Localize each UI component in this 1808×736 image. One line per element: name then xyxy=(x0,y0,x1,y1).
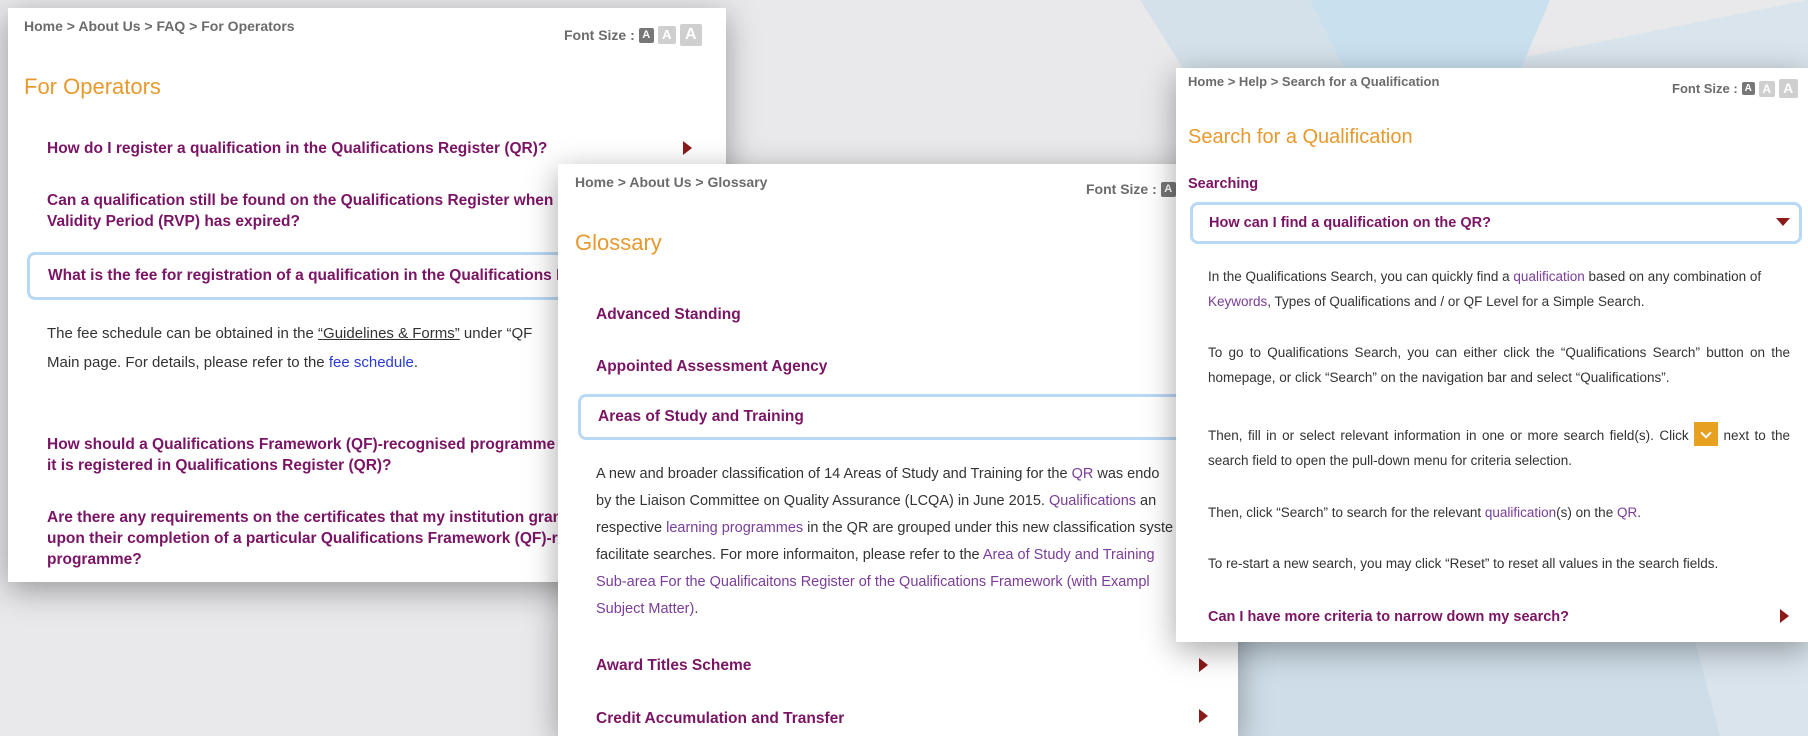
section-heading: Searching xyxy=(1188,176,1259,192)
definition-text: . xyxy=(694,601,699,617)
answer-text: In the Qualifications Search, you can qu… xyxy=(1208,269,1514,284)
area-of-study-link[interactable]: Sub-area For the Qualificaitons Register… xyxy=(596,574,1150,590)
answer-text: Then, fill in or select relevant informa… xyxy=(1208,428,1695,443)
faq-question-line: Are there any requirements on the certif… xyxy=(47,509,563,526)
definition-text: respective xyxy=(596,520,667,536)
answer-text: under “QF xyxy=(459,325,533,342)
faq-question-label: What is the fee for registration of a qu… xyxy=(48,267,568,284)
faq-question-line: it is registered in Qualifications Regis… xyxy=(47,457,392,474)
font-size-medium-button[interactable]: A xyxy=(657,26,676,44)
definition-text: by the Liaison Committee on Quality Assu… xyxy=(596,493,1049,509)
font-size-control: Font Size : A A A xyxy=(1672,79,1798,98)
definition-text: facilitate searches. For more informaito… xyxy=(596,547,983,563)
font-size-small-button[interactable]: A xyxy=(638,27,654,43)
keywords-link[interactable]: Keywords xyxy=(1208,294,1267,309)
font-size-label: Font Size : xyxy=(564,27,635,43)
arrow-right-icon[interactable] xyxy=(1780,609,1789,623)
qualification-link[interactable]: qualification xyxy=(1513,269,1584,284)
breadcrumb[interactable]: Home > About Us > Glossary xyxy=(575,174,767,190)
faq-question[interactable]: Can I have more criteria to narrow down … xyxy=(1208,607,1569,628)
answer-text: based on any combination of xyxy=(1584,269,1762,284)
answer-text: , Types of Qualifications and / or QF Le… xyxy=(1267,294,1645,309)
qualification-link[interactable]: qualification xyxy=(1485,505,1556,520)
font-size-small-button[interactable]: A xyxy=(1741,82,1755,95)
faq-question-line: How should a Qualifications Framework (Q… xyxy=(47,436,564,453)
faq-question[interactable]: How should a Qualifications Framework (Q… xyxy=(47,434,564,476)
glossary-definition: A new and broader classification of 14 A… xyxy=(596,461,1236,623)
breadcrumb[interactable]: Home > Help > Search for a Qualification xyxy=(1188,74,1439,89)
breadcrumb[interactable]: Home > About Us > FAQ > For Operators xyxy=(24,18,295,34)
faq-answer-paragraph: To re-start a new search, you may click … xyxy=(1208,556,1719,571)
answer-text: . xyxy=(413,354,419,371)
faq-question[interactable]: How do I register a qualification in the… xyxy=(47,138,547,159)
faq-answer-paragraph: To go to Qualifications Search, you can … xyxy=(1208,345,1790,385)
faq-question[interactable]: Are there any requirements on the certif… xyxy=(47,507,566,570)
glossary-item[interactable]: Advanced Standing xyxy=(596,304,741,325)
glossary-item[interactable]: Award Titles Scheme xyxy=(596,655,751,676)
answer-text: Then, click “Search” to search for the r… xyxy=(1208,505,1485,520)
glossary-item-active[interactable]: Areas of Study and Training xyxy=(578,394,1238,440)
answer-text: (s) on the xyxy=(1556,505,1617,520)
definition-text: A new and broader classification of 14 A… xyxy=(596,466,1072,482)
font-size-small-button[interactable]: A xyxy=(1160,181,1176,197)
fee-schedule-link[interactable]: fee schedule xyxy=(329,354,414,371)
font-size-label: Font Size : xyxy=(1086,181,1157,197)
faq-question[interactable]: Can a qualification still be found on th… xyxy=(47,190,562,232)
faq-answer-paragraph: Then, fill in or select relevant informa… xyxy=(1208,422,1790,473)
guidelines-forms-link[interactable]: “Guidelines & Forms” xyxy=(318,325,460,342)
page-title: Search for a Qualification xyxy=(1188,126,1413,148)
arrow-right-icon[interactable] xyxy=(1199,658,1208,672)
definition-text: was endo xyxy=(1093,466,1160,482)
answer-text: . xyxy=(1637,505,1641,520)
glossary-window: Home > About Us > Glossary Font Size : A… xyxy=(558,164,1238,736)
faq-question-line: Can a qualification still be found on th… xyxy=(47,192,562,209)
qr-link[interactable]: QR xyxy=(1617,505,1637,520)
qualifications-link[interactable]: Qualifications xyxy=(1049,493,1136,509)
definition-text: an xyxy=(1136,493,1157,509)
arrow-right-icon[interactable] xyxy=(683,141,692,155)
font-size-label: Font Size : xyxy=(1672,81,1738,96)
faq-question-active[interactable]: How can I find a qualification on the QR… xyxy=(1190,202,1802,244)
dropdown-chevron-icon xyxy=(1694,422,1719,446)
glossary-item[interactable]: Appointed Assessment Agency xyxy=(596,356,827,377)
answer-text: The fee schedule can be obtained in the xyxy=(47,325,319,342)
search-help-window: Home > Help > Search for a Qualification… xyxy=(1176,68,1808,642)
answer-text: Main page. For details, please refer to … xyxy=(47,354,329,371)
area-of-study-link[interactable]: Area of Study and Training xyxy=(983,547,1155,563)
faq-question-line: Validity Period (RVP) has expired? xyxy=(47,213,300,230)
faq-question-label: How can I find a qualification on the QR… xyxy=(1209,215,1491,231)
arrow-right-icon[interactable] xyxy=(1199,709,1208,723)
qr-link[interactable]: QR xyxy=(1072,466,1094,482)
font-size-large-button[interactable]: A xyxy=(679,24,702,46)
font-size-control: Font Size : A A A xyxy=(564,24,702,46)
faq-question-line: upon their completion of a particular Qu… xyxy=(47,530,567,547)
page-title: Glossary xyxy=(575,230,662,255)
faq-question-line: programme? xyxy=(47,551,142,568)
arrow-down-icon[interactable] xyxy=(1776,218,1790,226)
faq-answer-paragraph: In the Qualifications Search, you can qu… xyxy=(1208,264,1790,314)
font-size-control: Font Size : A xyxy=(1086,181,1176,197)
learning-programmes-link[interactable]: learning programmes xyxy=(666,520,803,536)
font-size-medium-button[interactable]: A xyxy=(1758,80,1775,97)
glossary-item-label: Areas of Study and Training xyxy=(598,408,804,425)
glossary-item[interactable]: Credit Accumulation and Transfer xyxy=(596,708,844,729)
font-size-large-button[interactable]: A xyxy=(1778,79,1798,98)
faq-answer-paragraph: Then, click “Search” to search for the r… xyxy=(1208,500,1790,525)
definition-text: in the QR are grouped under this new cla… xyxy=(803,520,1174,536)
area-of-study-link[interactable]: Subject Matter) xyxy=(596,601,694,617)
page-title: For Operators xyxy=(24,74,161,99)
